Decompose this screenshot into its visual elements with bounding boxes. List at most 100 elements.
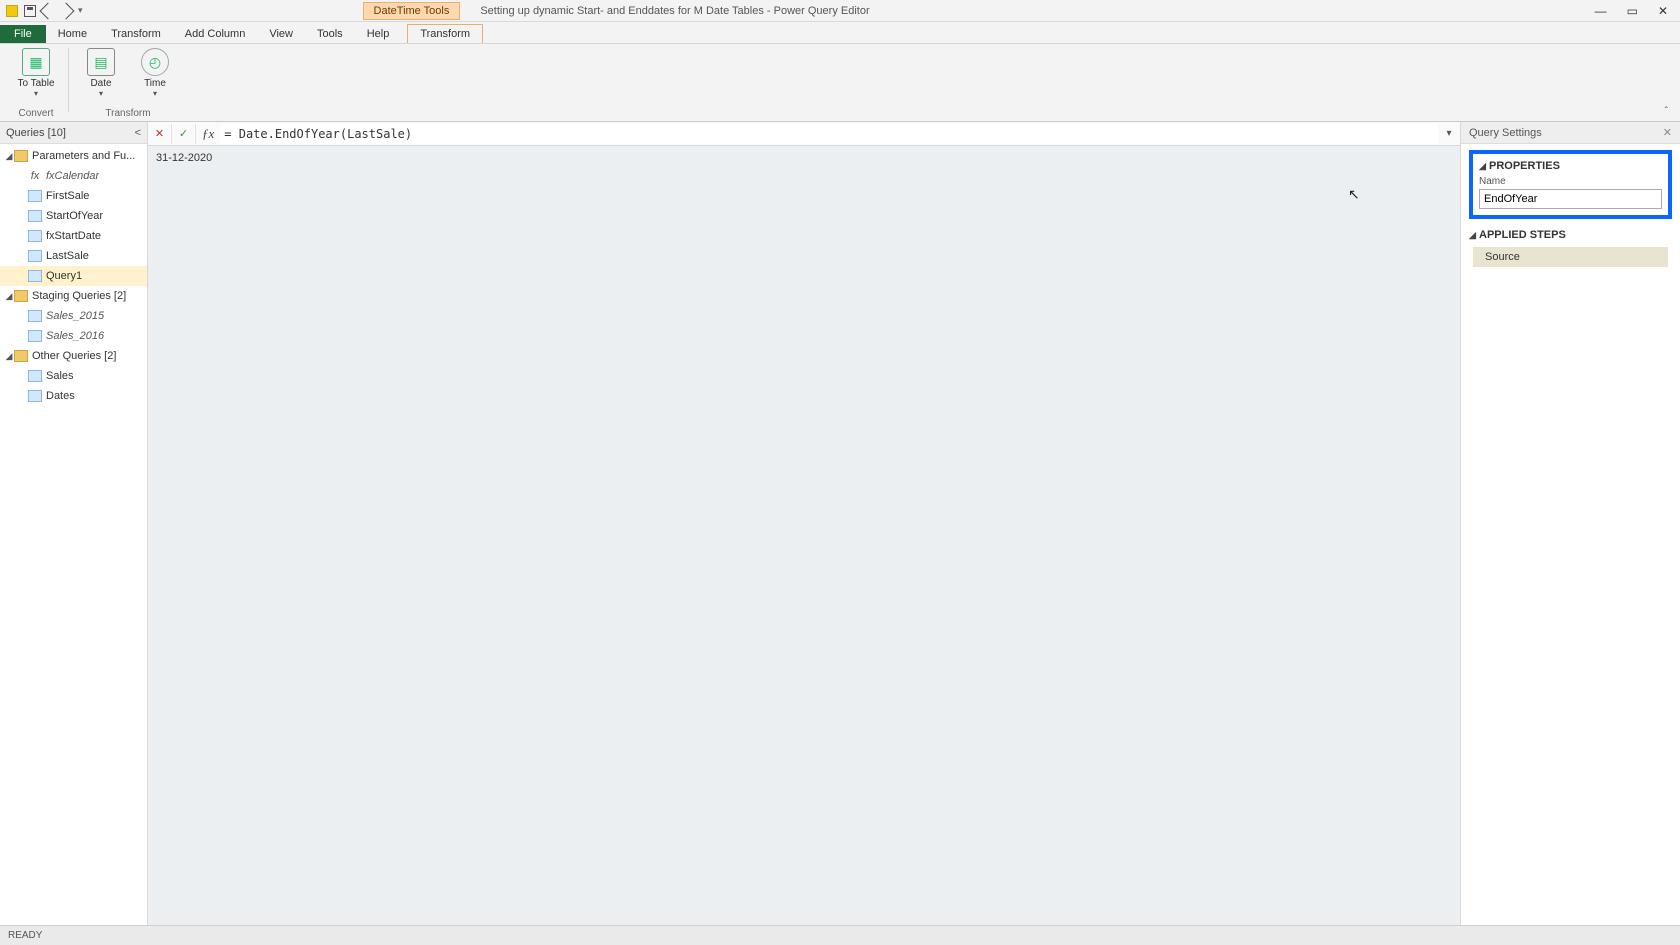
applied-steps-section: ◢ APPLIED STEPS Source (1461, 229, 1680, 281)
contextual-tab-datetime-tools[interactable]: DateTime Tools (363, 2, 461, 20)
app-icon (6, 5, 18, 17)
table-icon (28, 270, 42, 282)
tab-help[interactable]: Help (355, 25, 402, 43)
maximize-button[interactable]: ▭ (1627, 4, 1638, 18)
collapse-ribbon-icon[interactable]: ˆ (1665, 106, 1674, 117)
applied-steps-list[interactable]: Source (1469, 245, 1672, 271)
close-button[interactable]: ✕ (1658, 4, 1668, 18)
query-label: Dates (46, 390, 75, 402)
properties-label: PROPERTIES (1489, 160, 1560, 172)
fx-icon[interactable]: ƒx (196, 126, 220, 142)
status-bar: READY (0, 925, 1680, 945)
queries-header-label: Queries [10] (6, 127, 66, 139)
status-text: READY (8, 930, 42, 941)
commit-formula-button[interactable]: ✓ (172, 124, 196, 144)
properties-section: ◢ PROPERTIES Name (1461, 144, 1680, 229)
applied-step[interactable]: Source (1473, 247, 1668, 267)
preview-scalar-value: 31-12-2020 (156, 152, 212, 164)
table-icon (28, 230, 42, 242)
queries-tree[interactable]: ◢ Parameters and Fu... fx fxCalendar FirstSa… (0, 144, 147, 408)
to-table-label: To Table (17, 78, 54, 89)
tab-add-column[interactable]: Add Column (173, 25, 258, 43)
query-label: Sales (46, 370, 74, 382)
close-query-settings-icon[interactable]: ✕ (1663, 126, 1672, 139)
chevron-down-icon: ◢ (1469, 230, 1479, 241)
query-item[interactable]: FirstSale (0, 186, 147, 206)
table-icon (28, 310, 42, 322)
query-label: StartOfYear (46, 210, 103, 222)
cancel-formula-button[interactable]: ✕ (148, 124, 172, 144)
redo-icon[interactable] (58, 2, 75, 19)
queries-group[interactable]: ◢Staging Queries [2] (0, 286, 147, 306)
query-item[interactable]: fx fxCalendar (0, 166, 147, 186)
query-label: LastSale (46, 250, 89, 262)
qat-customize-icon[interactable]: ▾ (78, 5, 83, 16)
queries-group[interactable]: ◢ Other Queries [2] (0, 346, 147, 366)
table-icon (28, 210, 42, 222)
quick-access-toolbar: ▾ (0, 5, 83, 17)
window-controls: — ▭ ✕ (1595, 4, 1680, 18)
collapse-queries-icon[interactable]: < (135, 127, 141, 139)
tab-transform[interactable]: Transform (99, 25, 173, 43)
table-icon (28, 250, 42, 262)
formula-dropdown-icon[interactable]: ▾ (1438, 128, 1460, 139)
query-item[interactable]: Sales_2016 (0, 326, 147, 346)
to-table-button[interactable]: ▦ To Table ▾ (14, 48, 58, 98)
query-label: fxStartDate (46, 230, 101, 242)
formula-bar: ✕ ✓ ƒx ▾ (148, 122, 1460, 146)
properties-highlight-box: ◢ PROPERTIES Name (1469, 150, 1672, 219)
folder-icon (14, 290, 28, 302)
undo-icon[interactable] (40, 2, 57, 19)
chevron-down-icon: ◢ (4, 151, 14, 162)
clock-icon: ◴ (141, 48, 169, 76)
date-label: Date (90, 78, 111, 89)
formula-input[interactable] (220, 124, 1438, 144)
dropdown-icon: ▾ (34, 89, 38, 98)
table-icon: ▦ (22, 48, 50, 76)
properties-heading[interactable]: ◢ PROPERTIES (1479, 160, 1662, 172)
main-area: Queries [10] < ◢Parameters and Fu...fxfx… (0, 122, 1680, 925)
save-icon[interactable] (24, 5, 36, 17)
tab-view[interactable]: View (257, 25, 305, 43)
tab-datetime-transform[interactable]: Transform (407, 24, 483, 43)
time-label: Time (144, 78, 166, 89)
applied-steps-heading[interactable]: ◢ APPLIED STEPS (1469, 229, 1672, 241)
folder-icon (14, 350, 28, 362)
queries-group[interactable]: ◢ Parameters and Fu... (0, 146, 147, 166)
table-icon (28, 390, 42, 402)
time-button[interactable]: ◴ Time ▾ (133, 48, 177, 98)
ribbon-group-transform: ▤ Date ▾ ◴ Time ▾ Transform (71, 48, 185, 121)
query-item[interactable]: StartOfYear (0, 206, 147, 226)
query-item[interactable]: Sales_2015 (0, 306, 147, 326)
query-item[interactable]: fxStartDate (0, 226, 147, 246)
center-area: ✕ ✓ ƒx ▾ 31-12-2020 ↖ (148, 122, 1460, 925)
tab-home[interactable]: Home (46, 25, 99, 43)
query-item[interactable]: LastSale (0, 246, 147, 266)
query-item[interactable]: Sales (0, 366, 147, 386)
query-label: Sales_2015 (46, 310, 104, 322)
dropdown-icon: ▾ (99, 89, 103, 98)
group-label: Parameters and Fu... (32, 150, 135, 162)
tab-tools[interactable]: Tools (305, 25, 355, 43)
query-name-input[interactable] (1479, 189, 1662, 209)
group-label: Other Queries [2] (32, 350, 116, 362)
query-label: FirstSale (46, 190, 89, 202)
query-item[interactable]: Query1 (0, 266, 147, 286)
ribbon-separator (68, 48, 69, 112)
name-label: Name (1479, 176, 1662, 187)
chevron-down-icon: ◢ (4, 291, 14, 302)
tab-file[interactable]: File (0, 25, 46, 43)
date-button[interactable]: ▤ Date ▾ (79, 48, 123, 98)
minimize-button[interactable]: — (1595, 4, 1607, 18)
query-settings-header: Query Settings ✕ (1461, 122, 1680, 144)
query-label: fxCalendar (46, 170, 99, 182)
window-title: Setting up dynamic Start- and Enddates f… (480, 5, 869, 17)
ribbon: ▦ To Table ▾ Convert ▤ Date ▾ ◴ Time ▾ T… (0, 44, 1680, 122)
query-preview: 31-12-2020 ↖ (148, 146, 1460, 925)
chevron-down-icon: ◢ (4, 351, 14, 362)
query-item[interactable]: Dates (0, 386, 147, 406)
ribbon-tabs: File Home Transform Add Column View Tool… (0, 22, 1680, 44)
ribbon-group-convert: ▦ To Table ▾ Convert (6, 48, 66, 121)
function-icon: fx (28, 170, 42, 182)
query-label: Query1 (46, 270, 82, 282)
